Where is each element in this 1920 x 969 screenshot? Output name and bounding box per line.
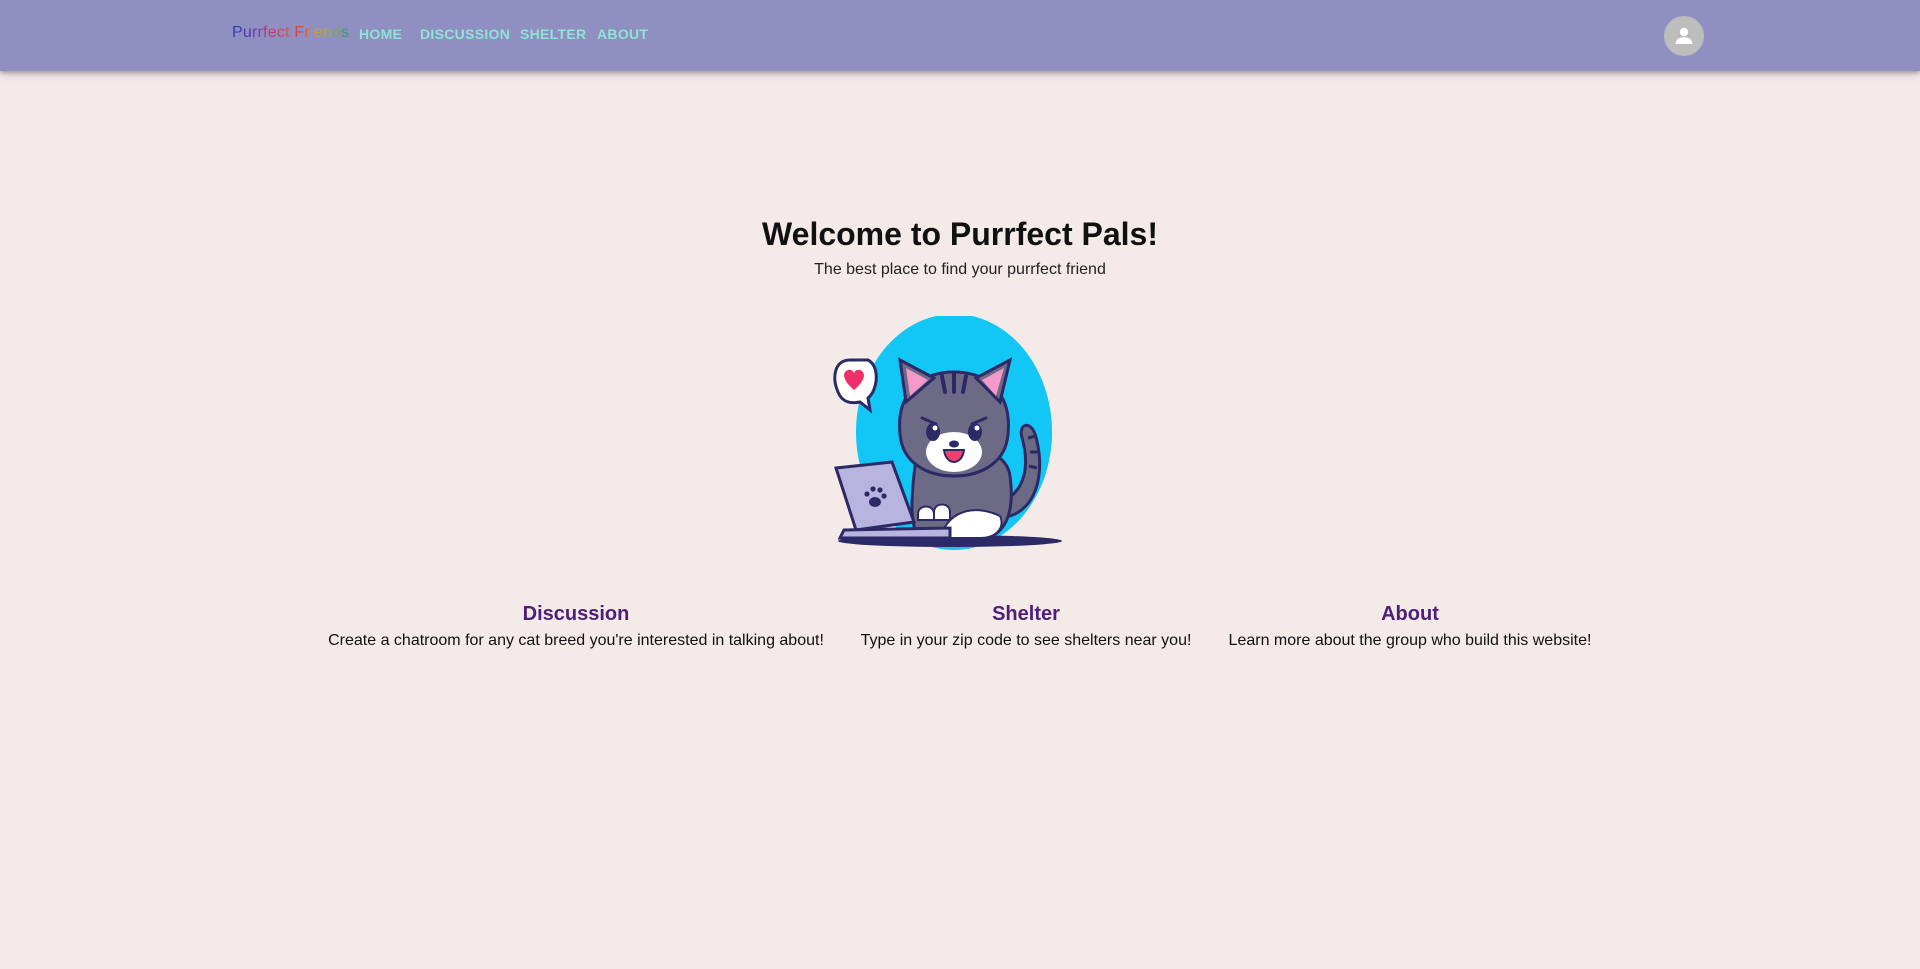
page-subtitle: The best place to find your purrfect fri…	[814, 261, 1106, 278]
page-title: Welcome to Purrfect Pals!	[762, 216, 1158, 252]
cat-with-laptop-illustration	[833, 316, 1062, 550]
feature-shelter-description: Type in your zip code to see shelters ne…	[860, 632, 1192, 649]
nav-discussion-link[interactable]: DISCUSSION	[420, 26, 510, 42]
account-icon	[1675, 27, 1693, 44]
laptop-base	[837, 526, 952, 540]
brand-letter: c	[276, 24, 286, 41]
nav-shelter-link[interactable]: SHELTER	[520, 26, 586, 42]
brand-logo-text[interactable]: Purrfect Friends	[232, 24, 349, 42]
brand-letter: s	[340, 24, 350, 41]
brand-letter: n	[322, 24, 332, 41]
brand-letter: d	[331, 24, 341, 41]
feature-discussion-description: Create a chatroom for any cat breed you'…	[328, 632, 824, 649]
feature-about-description: Learn more about the group who build thi…	[1228, 632, 1592, 649]
brand-letter: e	[313, 24, 323, 41]
cat-eye-left	[926, 423, 940, 441]
brand-letter: F	[294, 24, 305, 41]
app-bar: Purrfect Friends HOME DISCUSSION SHELTER…	[0, 0, 1920, 71]
nav-home-link[interactable]: HOME	[359, 26, 402, 42]
brand-letter: P	[232, 24, 243, 41]
feature-discussion-title[interactable]: Discussion	[316, 603, 836, 626]
nav-about-link[interactable]: ABOUT	[597, 26, 648, 42]
cat-eye-right	[968, 423, 982, 441]
brand-letter: u	[242, 24, 252, 41]
feature-shelter-title[interactable]: Shelter	[826, 603, 1226, 626]
user-avatar-button[interactable]	[1664, 16, 1704, 56]
brand-letter: e	[267, 24, 277, 41]
feature-about-title[interactable]: About	[1190, 603, 1630, 626]
